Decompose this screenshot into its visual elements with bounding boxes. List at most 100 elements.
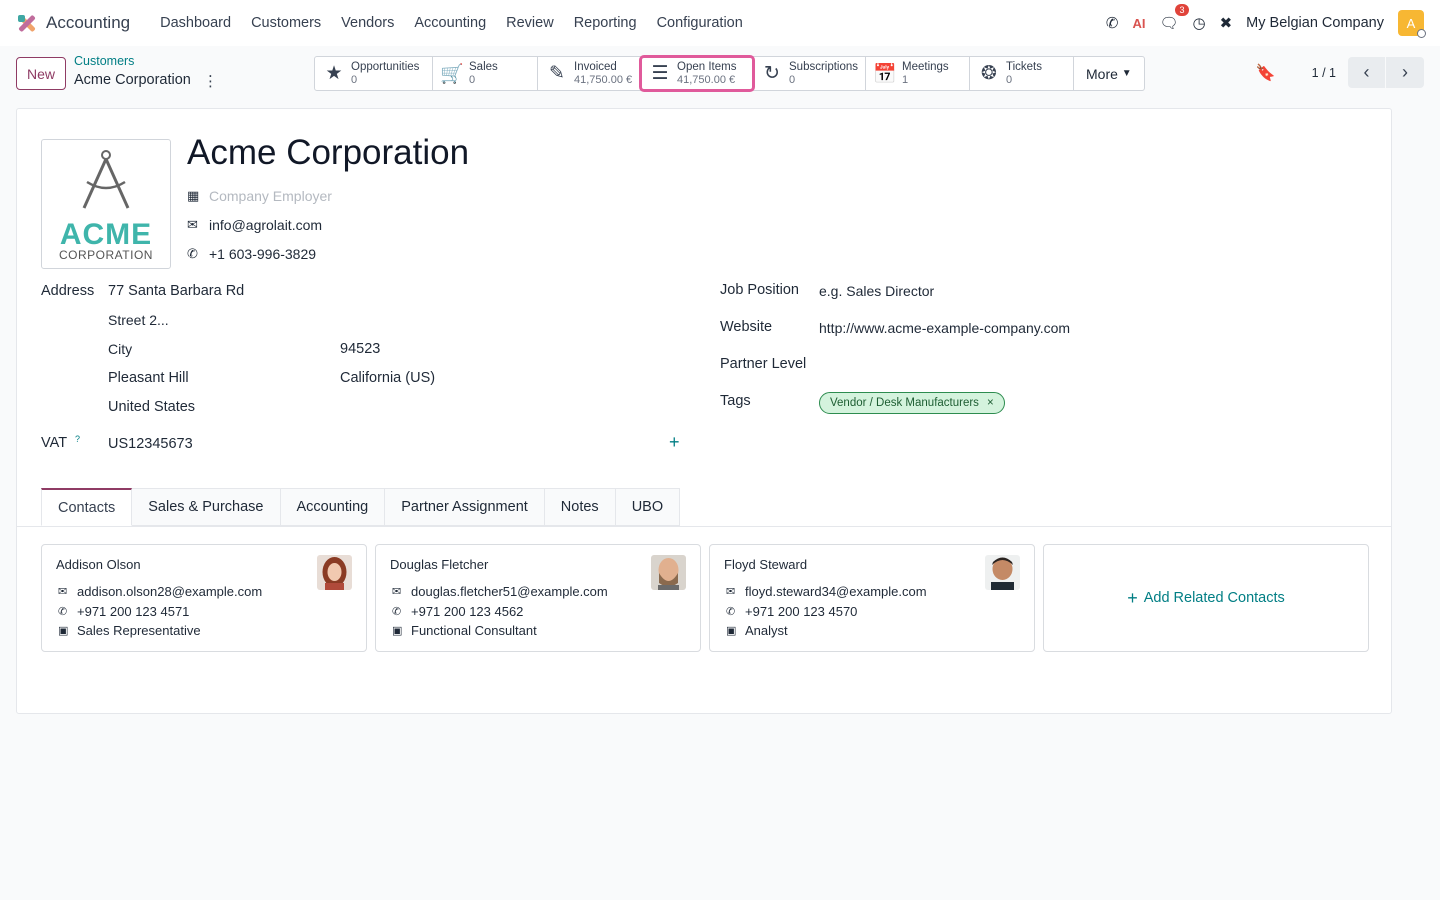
contact-role-value: Functional Consultant	[411, 623, 537, 638]
contact-email: ✉ floyd.steward34@example.com	[726, 584, 927, 599]
tag-remove-icon[interactable]: ×	[987, 397, 994, 409]
vat-field[interactable]: US12345673	[108, 436, 193, 452]
tag-label: Vendor / Desk Manufacturers	[830, 397, 979, 409]
compass-icon	[82, 150, 130, 209]
chat-icon[interactable]: 🗨 3	[1159, 4, 1189, 32]
city-placeholder-field[interactable]: City	[108, 341, 132, 357]
smart-button-sales[interactable]: 🛒 Sales 0	[433, 57, 538, 90]
logo-word: ACME	[59, 218, 153, 251]
contact-name: Floyd Steward	[724, 557, 808, 572]
pager-next-button[interactable]: ›	[1386, 57, 1424, 88]
tools-icon[interactable]: ✖	[1220, 14, 1233, 32]
contact-email-value: douglas.fletcher51@example.com	[411, 584, 608, 599]
sb-value: 41,750.00 €	[574, 73, 633, 86]
star-icon: ★	[325, 63, 343, 84]
city-field[interactable]: Pleasant Hill	[108, 370, 189, 386]
add-related-contacts-label: Add Related Contacts	[1143, 590, 1285, 606]
phone-icon: ✆	[392, 606, 402, 618]
menu-vendors[interactable]: Vendors	[331, 15, 404, 31]
zip-field[interactable]: 94523	[340, 341, 380, 357]
sb-label: Subscriptions	[789, 60, 859, 73]
contact-email: ✉ addison.olson28@example.com	[58, 584, 262, 599]
menu-dashboard[interactable]: Dashboard	[150, 15, 241, 31]
breadcrumb-current: Acme Corporation	[74, 72, 191, 88]
company-switcher[interactable]: My Belgian Company	[1246, 15, 1384, 31]
street-field[interactable]: 77 Santa Barbara Rd	[108, 283, 244, 299]
sb-value: 1	[902, 73, 909, 86]
website-field[interactable]: http://www.acme-example-company.com	[819, 320, 1070, 336]
envelope-icon: ✉	[58, 586, 68, 598]
tags-label: Tags	[720, 393, 751, 409]
vat-help-icon[interactable]: ?	[75, 434, 80, 444]
breadcrumb-customers[interactable]: Customers	[74, 54, 134, 68]
smart-button-subscriptions[interactable]: ↻ Subscriptions 0	[753, 57, 866, 90]
caret-down-icon: ▼	[1121, 68, 1132, 79]
notebook-tabs: Contacts Sales & Purchase Accounting Par…	[41, 488, 681, 526]
pager-value[interactable]: 1 / 1	[1312, 66, 1336, 80]
more-button[interactable]: More ▼	[1074, 57, 1144, 90]
tab-ubo[interactable]: UBO	[615, 488, 681, 526]
app-name[interactable]: Accounting	[46, 13, 130, 33]
contact-card[interactable]: Addison Olson ✉ addison.olson28@example.c…	[41, 544, 367, 652]
tag-vendor-desk[interactable]: Vendor / Desk Manufacturers ×	[819, 392, 1005, 414]
user-avatar[interactable]: A	[1398, 10, 1426, 38]
company-placeholder: Company Employer	[209, 188, 332, 204]
menu-configuration[interactable]: Configuration	[647, 15, 753, 31]
sb-value: 0	[469, 73, 476, 86]
add-related-contacts-button[interactable]: + Add Related Contacts	[1043, 544, 1369, 652]
sb-value: 0	[1006, 73, 1013, 86]
website-label: Website	[720, 319, 773, 335]
tab-notes[interactable]: Notes	[544, 488, 616, 526]
smart-button-invoiced[interactable]: ✎ Invoiced 41,750.00 €	[538, 57, 641, 90]
menu-review[interactable]: Review	[496, 15, 564, 31]
job-position-field[interactable]: e.g. Sales Director	[819, 283, 934, 299]
more-label: More	[1086, 65, 1118, 82]
email-field[interactable]: ✉ info@agrolait.com	[187, 217, 322, 233]
contact-phone: ✆ +971 200 123 4570	[726, 604, 857, 619]
company-field[interactable]: ▦ Company Employer	[187, 188, 332, 204]
phone-field[interactable]: ✆ +1 603-996-3829	[187, 246, 316, 262]
lifebuoy-icon: ❂	[981, 63, 997, 84]
menu-accounting[interactable]: Accounting	[404, 15, 496, 31]
app-logo-icon[interactable]	[16, 13, 36, 33]
company-logo[interactable]: ACME CORPORATION	[41, 139, 171, 269]
contact-card[interactable]: Floyd Steward ✉ floyd.steward34@example.c…	[709, 544, 1035, 652]
contact-phone: ✆ +971 200 123 4562	[392, 604, 523, 619]
envelope-icon: ✉	[726, 586, 736, 598]
state-field[interactable]: California (US)	[340, 370, 435, 386]
actions-menu-icon[interactable]: ⋮	[203, 72, 218, 90]
smart-button-open-items[interactable]: ☰ Open Items 41,750.00 €	[639, 55, 755, 92]
street2-field[interactable]: Street 2...	[108, 312, 169, 328]
add-plus-icon[interactable]: +	[669, 432, 680, 453]
new-button[interactable]: New	[16, 57, 66, 90]
tab-accounting[interactable]: Accounting	[280, 488, 386, 526]
phone-icon: ✆	[187, 246, 198, 261]
logo-subtitle: CORPORATION	[59, 248, 153, 262]
contact-phone: ✆ +971 200 123 4571	[58, 604, 189, 619]
contact-photo	[317, 555, 352, 590]
bookmark-icon[interactable]: 🔖	[1256, 63, 1276, 83]
contact-phone-value: +971 200 123 4570	[745, 604, 858, 619]
pager-previous-button[interactable]: ‹	[1348, 57, 1386, 88]
partner-name[interactable]: Acme Corporation	[187, 133, 469, 173]
menu-customers[interactable]: Customers	[241, 15, 331, 31]
tab-partner-assignment[interactable]: Partner Assignment	[385, 488, 545, 526]
contact-card[interactable]: Douglas Fletcher ✉ douglas.fletcher51@exa…	[375, 544, 701, 652]
job-position-label: Job Position	[720, 282, 799, 298]
tab-contacts[interactable]: Contacts	[41, 488, 133, 526]
contact-photo	[985, 555, 1020, 590]
sb-label: Invoiced	[574, 60, 617, 73]
clock-icon[interactable]: ◷	[1193, 14, 1206, 32]
phone-icon[interactable]: ✆	[1106, 14, 1119, 32]
phone-value: +1 603-996-3829	[209, 246, 317, 262]
contact-email-value: floyd.steward34@example.com	[745, 584, 927, 599]
smart-buttons: ★ Opportunities 0 🛒 Sales 0 ✎ Invoiced 41,7…	[314, 55, 1145, 92]
country-field[interactable]: United States	[108, 399, 195, 415]
smart-button-meetings[interactable]: 📅 Meetings 1	[866, 57, 970, 90]
menu-reporting[interactable]: Reporting	[564, 15, 647, 31]
smart-button-opportunities[interactable]: ★ Opportunities 0	[315, 57, 433, 90]
ai-icon[interactable]: AI	[1132, 16, 1145, 31]
tab-sales-purchase[interactable]: Sales & Purchase	[132, 488, 281, 526]
sb-label: Tickets	[1006, 60, 1042, 73]
smart-button-tickets[interactable]: ❂ Tickets 0	[970, 57, 1074, 90]
